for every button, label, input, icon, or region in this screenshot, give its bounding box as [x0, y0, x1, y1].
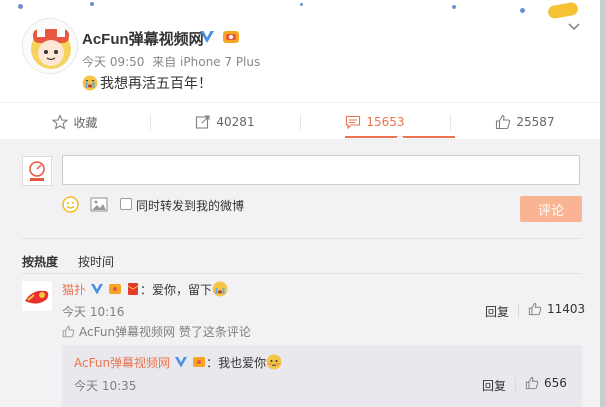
shy-emoji-icon: [266, 354, 282, 370]
comment-line: 猫扑 ：爱你，留下: [62, 280, 230, 298]
vip-icon[interactable]: [222, 28, 240, 46]
author-name[interactable]: AcFun弹幕视频网: [82, 28, 204, 49]
thumbs-up-icon: [525, 376, 539, 390]
comment-text: ：爱你，留下: [140, 282, 213, 297]
reply-time: 今天 10:35: [74, 379, 137, 393]
reply-author-name[interactable]: AcFun弹幕视频网: [74, 354, 170, 371]
reply-like-count: 656: [544, 376, 567, 390]
reply-link[interactable]: 回复: [482, 377, 506, 394]
post-source: 来自 iPhone 7 Plus: [152, 55, 261, 69]
comment-input[interactable]: [62, 155, 580, 185]
verified-icon: [91, 284, 104, 295]
commenter-avatar[interactable]: [22, 281, 52, 311]
my-avatar[interactable]: [22, 156, 52, 186]
divider: [22, 238, 582, 239]
thumbs-up-icon: [528, 302, 542, 316]
thumbs-up-icon: [62, 325, 75, 338]
comment-like-count: 11403: [547, 302, 586, 316]
vip-icon: [193, 357, 206, 367]
post-content: 我想再活五百年！: [82, 73, 212, 93]
cry-emoji-icon: [82, 75, 98, 91]
repost-checkbox[interactable]: [120, 198, 132, 210]
author-liked-note: AcFun弹幕视频网 赞了这条评论: [62, 323, 251, 340]
smile-icon[interactable]: [62, 196, 79, 213]
decorative-banner: [0, 0, 600, 20]
reply-link[interactable]: 回复: [485, 303, 509, 320]
comment-icon: [346, 115, 361, 130]
like-count: 25587: [516, 115, 555, 129]
favorite-button[interactable]: 收藏: [0, 103, 150, 141]
action-bar: 收藏 40281 15653 25587: [0, 102, 600, 140]
cry-emoji-icon: [212, 281, 228, 297]
vip-icon: [109, 284, 122, 294]
post-text: 我想再活五百年！: [100, 76, 212, 92]
page-scrollbar[interactable]: [600, 0, 606, 407]
verified-icon: [175, 357, 188, 368]
like-button[interactable]: 25587: [450, 103, 600, 141]
sort-by-time[interactable]: 按时间: [78, 253, 114, 270]
repost-icon: [196, 115, 210, 129]
comment-like-button[interactable]: 11403: [528, 302, 585, 316]
thumbs-up-icon: [496, 114, 511, 130]
post-time[interactable]: 今天 09:50: [82, 55, 144, 69]
commenter-name[interactable]: 猫扑: [62, 281, 86, 298]
chevron-down-icon[interactable]: [567, 20, 581, 34]
repost-count: 40281: [216, 115, 255, 129]
star-icon: [52, 114, 69, 130]
comment-time: 今天 10:16: [62, 305, 125, 319]
verified-icon: [200, 31, 214, 43]
reply-line: AcFun弹幕视频网 ：我也爱你: [74, 353, 284, 371]
sort-by-hot[interactable]: 按热度: [22, 253, 58, 270]
reply-like-button[interactable]: 656: [525, 376, 567, 390]
image-icon[interactable]: [90, 197, 108, 212]
author-avatar[interactable]: [22, 18, 78, 74]
red-envelope-icon: [127, 283, 139, 295]
favorite-label: 收藏: [73, 115, 98, 130]
repost-button[interactable]: 40281: [150, 103, 300, 141]
divider: [22, 273, 582, 274]
reply-text: ：我也爱你: [206, 355, 267, 370]
panel-pointer: [394, 134, 406, 140]
weibo-post-card: AcFun弹幕视频网 今天 09:50 来自 iPhone 7 Plus 我想再…: [0, 0, 600, 407]
submit-comment-button[interactable]: 评论: [520, 196, 582, 222]
post-meta: 今天 09:50 来自 iPhone 7 Plus: [82, 53, 260, 70]
comment-count: 15653: [366, 115, 405, 129]
liked-by-text: AcFun弹幕视频网 赞了这条评论: [79, 325, 251, 339]
repost-label[interactable]: 同时转发到我的微博: [136, 197, 244, 214]
